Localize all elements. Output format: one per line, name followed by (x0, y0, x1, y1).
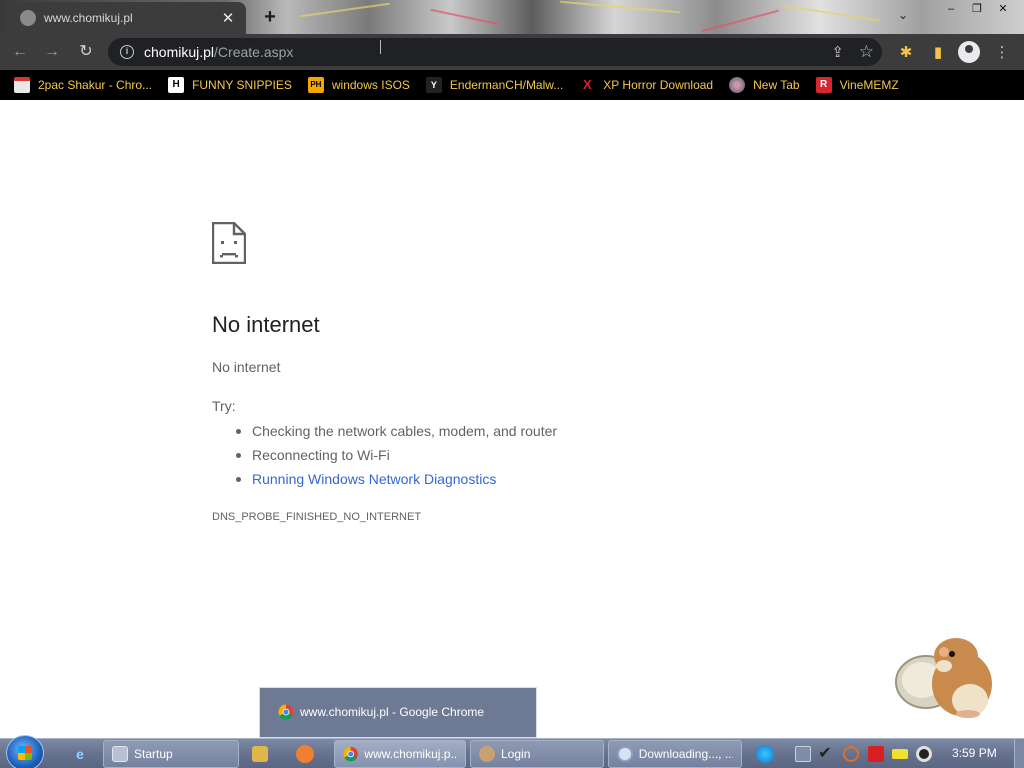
back-arrow-icon[interactable]: ← (8, 40, 32, 64)
bookmark-label: windows ISOS (331, 78, 410, 92)
media-player-icon[interactable] (252, 746, 268, 762)
chrome-icon (343, 746, 358, 762)
url-path: /Create.aspx (214, 44, 294, 60)
new-tab-button[interactable]: + (258, 6, 282, 28)
address-bar[interactable]: i chomikuj.pl/Create.aspx ⇪ ☆ (108, 38, 882, 66)
bookmark-endermanch[interactable]: Y EndermanCH/Malw... (425, 77, 564, 93)
bookmark-xp-horror[interactable]: X XP Horror Download (579, 77, 713, 93)
taskbar-chrome[interactable]: www.chomikuj.p... (334, 740, 466, 768)
taskbar-downloading[interactable]: Downloading..., ... (608, 740, 742, 768)
startup-icon (112, 746, 128, 762)
try-label: Try: (212, 398, 236, 414)
bookmark-vinememz[interactable]: R VineMEMZ (815, 77, 899, 93)
show-desktop-button[interactable] (1014, 739, 1024, 768)
network-tray-icon[interactable] (795, 746, 811, 762)
bookmarks-bar: 2pac Shakur - Chro... H FUNNY SNIPPIES P… (0, 70, 1024, 100)
browser-tab[interactable]: www.chomikuj.pl ✕ (10, 2, 246, 34)
record-tray-icon[interactable] (916, 746, 932, 762)
error-title: No internet (212, 312, 320, 337)
bookmark-new-tab[interactable]: New Tab (729, 77, 800, 93)
checkmark-tray-icon[interactable]: ✔ (817, 746, 833, 762)
taskbar-label: www.chomikuj.p... (364, 747, 457, 761)
bookmark-label: 2pac Shakur - Chro... (38, 78, 153, 92)
edge-icon[interactable] (756, 745, 774, 763)
site-info-icon[interactable]: i (120, 45, 134, 59)
bookmark-funny-snippies[interactable]: H FUNNY SNIPPIES (168, 77, 292, 93)
close-window-button[interactable]: ✕ (990, 0, 1016, 18)
taskbar-login[interactable]: Login (470, 740, 604, 768)
bookmark-label: New Tab (753, 78, 800, 92)
profile-avatar-icon[interactable] (958, 41, 980, 63)
globe-icon (20, 10, 36, 26)
text-cursor (380, 40, 382, 54)
flag-tray-icon[interactable] (868, 746, 884, 762)
minimize-button[interactable]: – (938, 0, 964, 18)
battery-tray-icon[interactable] (892, 749, 908, 759)
bookmark-label: EndermanCH/Malw... (449, 78, 564, 92)
suggestion-list: Checking the network cables, modem, and … (235, 421, 557, 493)
browser-toolbar: ← → ↻ i chomikuj.pl/Create.aspx ⇪ ☆ ✱ ▮ … (0, 34, 1024, 70)
error-page: No internet No internet Try: Checking th… (0, 100, 1024, 738)
reload-icon[interactable]: ↻ (74, 40, 98, 64)
screen: www.chomikuj.pl ✕ + ⌄ – ❐ ✕ ← → ↻ i chom… (0, 0, 1024, 768)
taskbar-label: Downloading..., ... (638, 747, 733, 761)
yp-logo-icon: Y (425, 77, 442, 93)
taskbar-label: Login (501, 747, 531, 761)
taskbar: e Startup www.chomikuj.p... Login Downlo… (0, 735, 1024, 768)
chrome-icon (278, 704, 294, 720)
app-quicklaunch-icon[interactable] (296, 745, 314, 763)
bookmark-star-icon[interactable]: ☆ (859, 42, 874, 62)
close-tab-icon[interactable]: ✕ (220, 9, 236, 27)
sad-document-icon (212, 222, 246, 264)
taskbar-preview-popup[interactable]: www.chomikuj.pl - Google Chrome (259, 687, 537, 738)
hamster-pet-icon (895, 638, 992, 718)
download-icon (617, 746, 633, 762)
network-diagnostics-link[interactable]: Running Windows Network Diagnostics (235, 469, 557, 493)
extensions-puzzle-icon[interactable]: ✱ (896, 43, 916, 63)
taskbar-label: Startup (134, 747, 173, 761)
suggestion-item: Checking the network cables, modem, and … (235, 421, 557, 445)
globe-icon (729, 77, 746, 93)
internet-explorer-icon[interactable]: e (68, 743, 92, 765)
bookmark-label: FUNNY SNIPPIES (192, 78, 292, 92)
r-logo-icon: R (815, 77, 832, 93)
taskbar-startup[interactable]: Startup (103, 740, 239, 768)
system-clock[interactable]: 3:59 PM (952, 746, 997, 760)
bookmark-label: XP Horror Download (603, 78, 714, 92)
suggestion-item: Reconnecting to Wi-Fi (235, 445, 557, 469)
login-icon (479, 746, 495, 762)
h-logo-icon: H (168, 77, 185, 93)
error-subtitle: No internet (212, 359, 281, 375)
x-logo-icon: X (582, 77, 592, 92)
search-tray-icon[interactable] (843, 746, 859, 762)
forward-arrow-icon[interactable]: → (40, 40, 64, 64)
tab-search-chevron-icon[interactable]: ⌄ (898, 8, 912, 24)
error-code: DNS_PROBE_FINISHED_NO_INTERNET (212, 511, 422, 523)
window-controls: – ❐ ✕ (938, 0, 1016, 18)
ph-logo-icon: PH (307, 77, 324, 93)
calendar-icon (14, 77, 30, 93)
preview-label: www.chomikuj.pl - Google Chrome (300, 705, 485, 719)
restore-button[interactable]: ❐ (964, 0, 990, 18)
tab-title: www.chomikuj.pl (44, 11, 133, 25)
bookmark-label: VineMEMZ (839, 78, 899, 92)
menu-kebab-icon[interactable]: ⋮ (992, 43, 1012, 63)
start-button[interactable] (6, 735, 44, 768)
bookmark-2pac[interactable]: 2pac Shakur - Chro... (14, 77, 152, 93)
bookmark-windows-isos[interactable]: PH windows ISOS (307, 77, 410, 93)
side-panel-icon[interactable]: ▮ (928, 43, 948, 63)
title-bar: www.chomikuj.pl ✕ + ⌄ – ❐ ✕ (0, 0, 1024, 34)
share-icon[interactable]: ⇪ (831, 43, 844, 61)
url-host: chomikuj.pl (144, 44, 215, 60)
